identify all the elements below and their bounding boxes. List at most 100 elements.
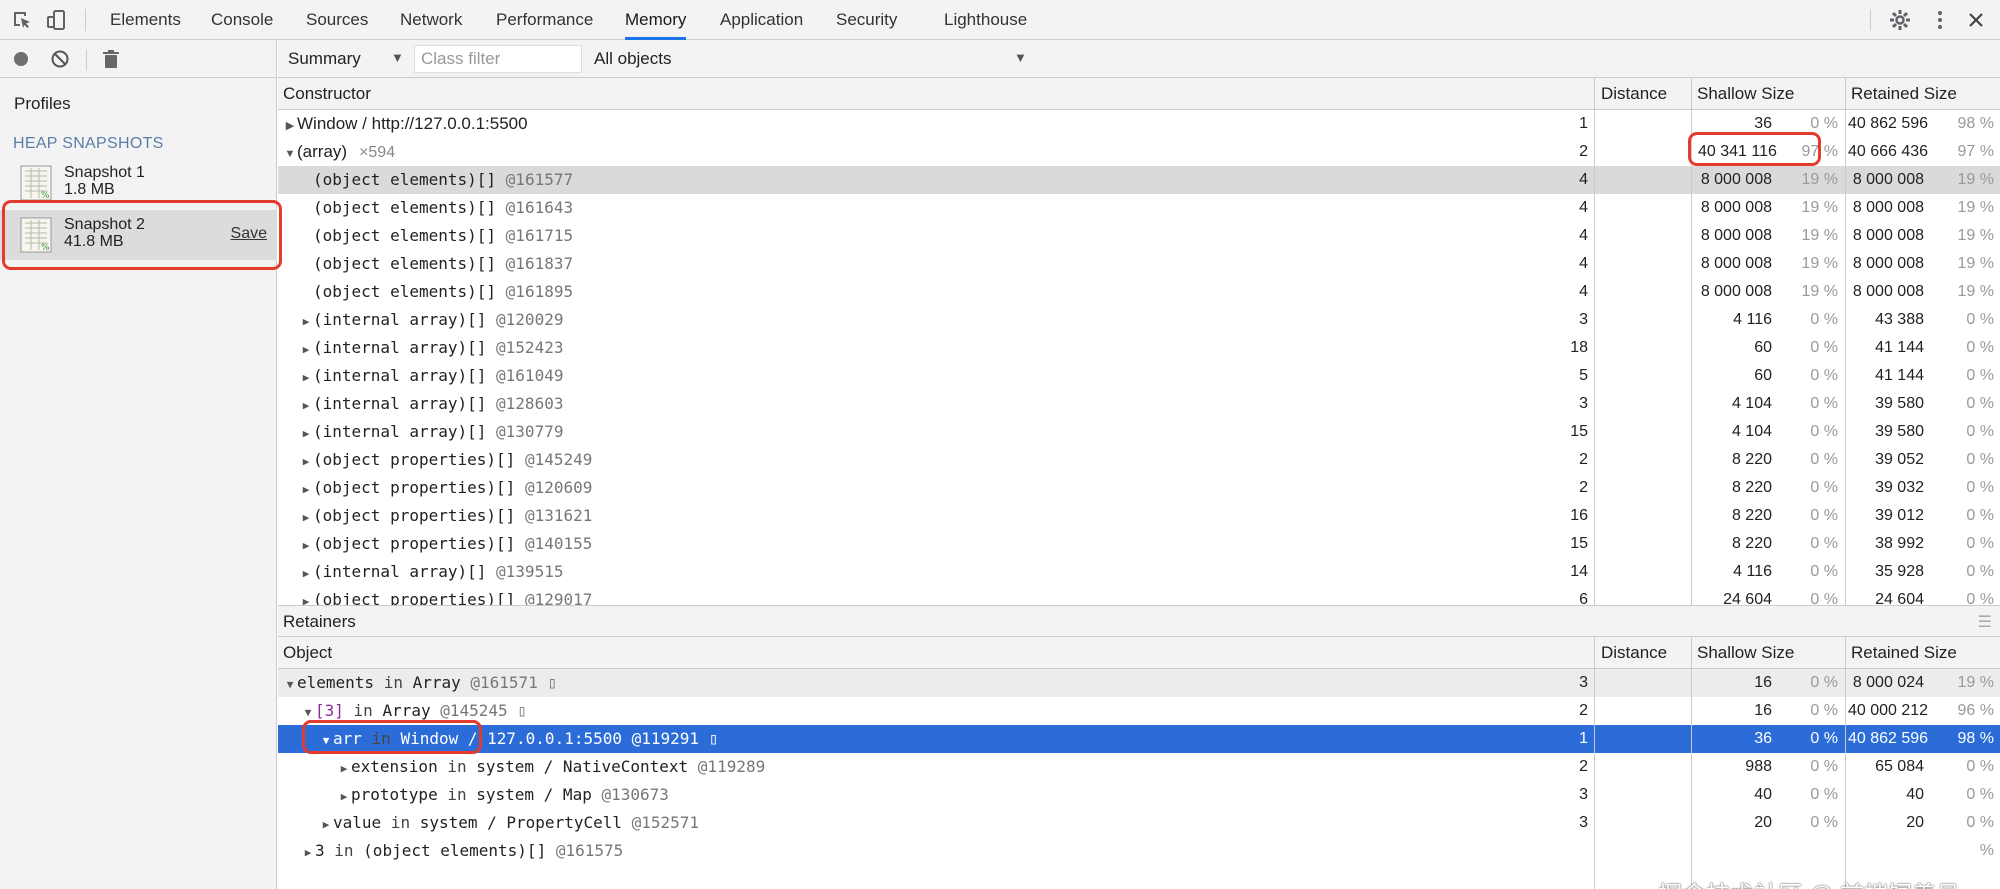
column-header-shallow-size[interactable]: Shallow Size	[1692, 78, 1794, 110]
collapsed-triangle-icon[interactable]: ▶	[299, 476, 313, 502]
class-filter-input[interactable]	[414, 45, 582, 73]
tab-console[interactable]: Console	[211, 0, 273, 40]
constructor-table: Constructor Distance Shallow Size Retain…	[278, 78, 2000, 605]
collapsed-triangle-icon[interactable]: ▶	[299, 588, 313, 605]
retained-size-percent: 0 %	[1966, 591, 1994, 605]
expanded-triangle-icon[interactable]: ▼	[319, 727, 333, 753]
tab-sources[interactable]: Sources	[306, 0, 368, 40]
perspective-select[interactable]: Summary	[288, 49, 361, 69]
retainer-row[interactable]: ▼ arr in Window / 127.0.0.1:5500 @119291 …	[278, 725, 2000, 753]
collapsed-triangle-icon[interactable]: ▶	[299, 336, 313, 362]
retainer-object-cell: ▶ extension in system / NativeContext @11…	[337, 753, 1583, 781]
table-row[interactable]: ▶ (internal array)[] @161049 5 60 0 % 41 144 0…	[278, 362, 2000, 390]
distance-value: 15	[1570, 423, 1588, 440]
collapsed-triangle-icon[interactable]: ▶	[299, 364, 313, 390]
collapsed-triangle-icon[interactable]: ▶	[337, 783, 351, 809]
table-row[interactable]: ▶ (object properties)[] @120609 2 8 220 0 % 3…	[278, 474, 2000, 502]
table-row[interactable]: ▶ (object properties)[] @145249 2 8 220 0 % 3…	[278, 446, 2000, 474]
retainers-header: Retainers ☰	[278, 605, 2000, 637]
table-row[interactable]: ▶ (object properties)[] @131621 16 8 220 0 %…	[278, 502, 2000, 530]
collapsed-triangle-icon[interactable]: ▶	[299, 308, 313, 334]
column-header-retained-size[interactable]: Retained Size	[1846, 637, 1957, 669]
table-row[interactable]: (object elements)[] @161895 4 8 000 008 19 …	[278, 278, 2000, 306]
retained-size-value: 39 580	[1875, 395, 1924, 412]
collapsed-triangle-icon[interactable]: ▶	[299, 448, 313, 474]
resize-handle-icon[interactable]: ☰	[1978, 612, 1992, 632]
expanded-triangle-icon[interactable]: ▼	[283, 671, 297, 697]
column-header-distance[interactable]: Distance	[1596, 78, 1667, 110]
table-row[interactable]: ▶ (internal array)[] @128603 3 4 104 0 % 39 5…	[278, 390, 2000, 418]
table-row[interactable]: ▶ (internal array)[] @130779 15 4 104 0 % 39 …	[278, 418, 2000, 446]
dropdown-arrow-icon[interactable]: ▼	[1014, 50, 1027, 65]
table-row[interactable]: (object elements)[] @161577 4 8 000 008 19 …	[278, 166, 2000, 194]
shallow-size-percent: 19 %	[1801, 199, 1838, 216]
collapsed-triangle-icon[interactable]: ▶	[337, 755, 351, 781]
expanded-triangle-icon[interactable]: ▼	[301, 699, 315, 725]
collapsed-triangle-icon[interactable]: ▶	[283, 112, 297, 138]
retainer-row[interactable]: ▶ 3 in (object elements)[] @161575%	[278, 837, 2000, 865]
table-row[interactable]: ▶ (internal array)[] @120029 3 4 116 0 % 43 3…	[278, 306, 2000, 334]
retained-size-value: 8 000 008	[1852, 199, 1924, 216]
constructor-cell: ▶ Window / http://127.0.0.1:5500	[283, 110, 1583, 138]
save-snapshot-link[interactable]: Save	[231, 225, 267, 243]
table-row[interactable]: ▶ (internal array)[] @139515 14 4 116 0 % 35 …	[278, 558, 2000, 586]
retainer-row[interactable]: ▼ elements in Array @161571 ▯ 3 16 0 % 8 000 …	[278, 669, 2000, 697]
tab-network[interactable]: Network	[400, 0, 462, 40]
collapsed-triangle-icon[interactable]: ▶	[299, 532, 313, 558]
objects-filter-select[interactable]: All objects	[594, 49, 671, 69]
retained-size-percent: 19 %	[1957, 255, 1994, 272]
constructor-cell: ▶ (object properties)[] @140155	[299, 530, 1583, 558]
table-row[interactable]: ▶ Window / http://127.0.0.1:5500 1 36 0 % 40 …	[278, 110, 2000, 138]
snapshot-item[interactable]: % Snapshot 1 1.8 MB	[0, 158, 277, 208]
column-header-object[interactable]: Object	[278, 637, 332, 669]
collapsed-triangle-icon[interactable]: ▶	[299, 504, 313, 530]
clear-all-icon[interactable]	[49, 48, 71, 70]
table-row[interactable]: (object elements)[] @161837 4 8 000 008 19 …	[278, 250, 2000, 278]
tab-performance[interactable]: Performance	[496, 0, 593, 40]
tab-elements[interactable]: Elements	[110, 0, 181, 40]
constructor-cell: ▶ (internal array)[] @139515	[299, 558, 1583, 586]
dropdown-arrow-icon[interactable]: ▼	[391, 50, 404, 65]
object-id: @161577	[505, 170, 574, 189]
column-header-distance[interactable]: Distance	[1596, 637, 1667, 669]
collapsed-triangle-icon[interactable]: ▶	[299, 420, 313, 446]
retainer-row[interactable]: ▼ [3] in Array @145245 ▯ 2 16 0 % 40 000 212 9…	[278, 697, 2000, 725]
inspect-element-icon[interactable]	[10, 8, 34, 32]
snapshot-item-selected[interactable]: % Snapshot 2 41.8 MB Save	[0, 210, 277, 260]
table-row[interactable]: ▶ (object properties)[] @129017 6 24 604 0 %…	[278, 586, 2000, 605]
record-icon[interactable]	[10, 48, 32, 70]
table-row[interactable]: (object elements)[] @161643 4 8 000 008 19 …	[278, 194, 2000, 222]
close-icon[interactable]	[1964, 8, 1988, 32]
shallow-size-percent: 0 %	[1810, 339, 1838, 356]
settings-gear-icon[interactable]	[1888, 8, 1912, 32]
retainer-text-part: in	[324, 841, 364, 860]
tab-application[interactable]: Application	[720, 0, 803, 40]
table-row[interactable]: (object elements)[] @161715 4 8 000 008 19 …	[278, 222, 2000, 250]
expanded-triangle-icon[interactable]: ▼	[283, 140, 297, 166]
more-options-icon[interactable]	[1928, 8, 1952, 32]
retained-size-percent: 0 %	[1966, 786, 1994, 803]
shallow-size-value: 988	[1745, 758, 1772, 775]
retainer-row[interactable]: ▶ extension in system / NativeContext @11…	[278, 753, 2000, 781]
table-row[interactable]: ▶ (internal array)[] @152423 18 60 0 % 41 144…	[278, 334, 2000, 362]
tab-lighthouse[interactable]: Lighthouse	[944, 0, 1027, 40]
table-row[interactable]: ▼(array) ×594 2 40 341 116 97 % 40 666 436 97 …	[278, 138, 2000, 166]
distance-value: 2	[1579, 451, 1588, 468]
device-toolbar-icon[interactable]	[45, 8, 69, 32]
collapsed-triangle-icon[interactable]: ▶	[299, 392, 313, 418]
column-header-shallow-size[interactable]: Shallow Size	[1692, 637, 1794, 669]
collapsed-triangle-icon[interactable]: ▶	[301, 839, 315, 865]
retainer-row[interactable]: ▶ value in system / PropertyCell @152571 3…	[278, 809, 2000, 837]
constructor-name: (object properties)[]	[313, 506, 516, 525]
tab-memory[interactable]: Memory	[625, 0, 687, 40]
table-row[interactable]: ▶ (object properties)[] @140155 15 8 220 0 %…	[278, 530, 2000, 558]
retainer-row[interactable]: ▶ prototype in system / Map @130673 3 40 0 %…	[278, 781, 2000, 809]
column-header-constructor[interactable]: Constructor	[278, 78, 371, 110]
column-header-retained-size[interactable]: Retained Size	[1846, 78, 1957, 110]
retainer-text-part: Array	[382, 701, 441, 720]
collect-garbage-icon[interactable]	[100, 48, 122, 70]
collapsed-triangle-icon[interactable]: ▶	[299, 560, 313, 586]
collapsed-triangle-icon[interactable]: ▶	[319, 811, 333, 837]
tab-security[interactable]: Security	[836, 0, 897, 40]
retainer-text-part: 3	[315, 841, 325, 860]
